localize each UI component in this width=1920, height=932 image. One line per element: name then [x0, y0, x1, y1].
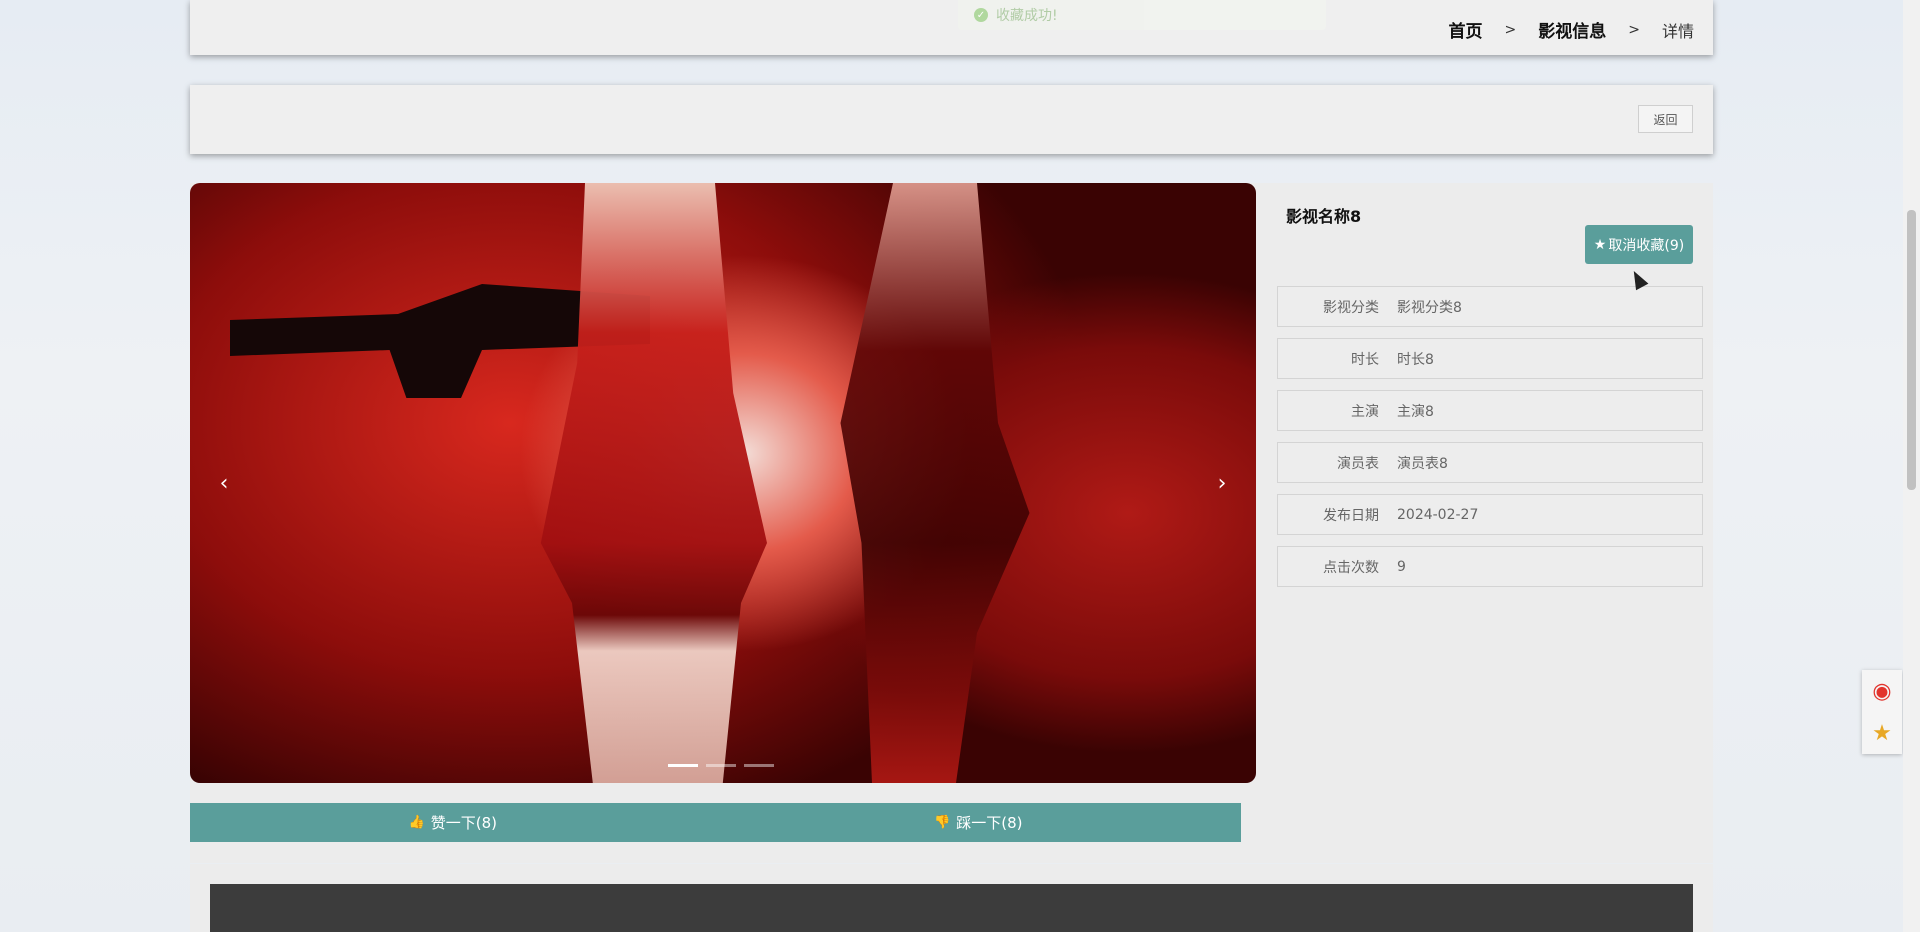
field-row-release-date: 发布日期 2024-02-27: [1277, 494, 1703, 535]
field-label: 主演: [1351, 403, 1379, 420]
field-row-duration: 时长 时长8: [1277, 338, 1703, 379]
page: ✓ 收藏成功! 首页 > 影视信息 > 详情 返回 ‹ › 👍 赞一下(8) 👎…: [0, 0, 1920, 932]
carousel-indicators: [668, 764, 774, 767]
dislike-label: 踩一下(8): [956, 814, 1023, 832]
field-value: 演员表8: [1397, 455, 1448, 472]
check-icon: ✓: [974, 8, 988, 22]
field-value: 主演8: [1397, 403, 1434, 420]
breadcrumb-separator: >: [1628, 21, 1640, 38]
thumb-up-icon: 👍: [408, 815, 425, 830]
unfavorite-button[interactable]: ★ 取消收藏(9): [1585, 225, 1693, 264]
share-buttons: ◉ ★: [1862, 670, 1902, 754]
field-label: 演员表: [1337, 455, 1379, 472]
breadcrumb-current: 详情: [1661, 21, 1694, 41]
like-label: 赞一下(8): [430, 814, 497, 832]
field-row-cast: 演员表 演员表8: [1277, 442, 1703, 483]
breadcrumb-separator: >: [1504, 21, 1517, 38]
info-fields: 影视分类 影视分类8 时长 时长8 主演 主演8 演员表 演员表8 发布日期 2…: [1277, 286, 1703, 598]
carousel-next-button[interactable]: ›: [1204, 465, 1240, 501]
favorite-label: 取消收藏(9): [1608, 237, 1685, 254]
carousel-indicator[interactable]: [744, 764, 774, 767]
field-label: 发布日期: [1323, 507, 1379, 524]
thumb-down-icon: 👎: [934, 815, 951, 830]
scrollbar-thumb[interactable]: [1907, 210, 1916, 490]
field-value: 2024-02-27: [1397, 506, 1479, 523]
breadcrumb-bar: ✓ 收藏成功! 首页 > 影视信息 > 详情: [190, 0, 1713, 55]
carousel-indicator[interactable]: [706, 764, 736, 767]
weibo-icon[interactable]: ◉: [1872, 679, 1891, 704]
carousel-indicator[interactable]: [668, 764, 698, 767]
action-bar: 返回: [190, 85, 1713, 154]
poster-image-figure: [840, 183, 1030, 783]
back-button[interactable]: 返回: [1638, 105, 1693, 133]
breadcrumb-home[interactable]: 首页: [1449, 17, 1483, 42]
success-toast: ✓ 收藏成功!: [958, 0, 1326, 30]
qzone-star-icon[interactable]: ★: [1872, 721, 1892, 746]
page-scrollbar[interactable]: [1903, 0, 1920, 932]
movie-title: 影视名称8: [1286, 207, 1362, 226]
field-row-category: 影视分类 影视分类8: [1277, 286, 1703, 327]
toast-message: 收藏成功!: [996, 8, 1058, 24]
star-icon: ★: [1593, 236, 1607, 253]
carousel-prev-button[interactable]: ‹: [206, 465, 242, 501]
field-label: 影视分类: [1323, 299, 1379, 316]
vote-bar: 👍 赞一下(8) 👎 踩一下(8): [190, 803, 1241, 842]
movie-info: 影视名称8 ★ 取消收藏(9) 影视分类 影视分类8 时长 时长8 主演 主演8: [1277, 183, 1713, 863]
field-value: 时长8: [1397, 351, 1434, 368]
field-label: 时长: [1351, 351, 1379, 368]
poster-carousel[interactable]: ‹ ›: [190, 183, 1256, 783]
field-row-click-count: 点击次数 9: [1277, 546, 1703, 587]
breadcrumb-movie-info[interactable]: 影视信息: [1538, 17, 1606, 42]
field-value: 9: [1397, 558, 1406, 575]
field-row-lead-actor: 主演 主演8: [1277, 390, 1703, 431]
dislike-button[interactable]: 👎 踩一下(8): [716, 803, 1242, 842]
field-value: 影视分类8: [1397, 299, 1462, 316]
field-label: 点击次数: [1323, 559, 1379, 576]
video-player[interactable]: [210, 884, 1693, 932]
breadcrumb: 首页 > 影视信息 > 详情: [1449, 17, 1694, 43]
content-section: [190, 864, 1713, 932]
movie-detail-panel: ‹ › 👍 赞一下(8) 👎 踩一下(8) 影视名称8 ★ 取消收藏(9) 影视…: [190, 183, 1713, 863]
like-button[interactable]: 👍 赞一下(8): [190, 803, 716, 842]
poster-image-figure: [540, 183, 767, 783]
